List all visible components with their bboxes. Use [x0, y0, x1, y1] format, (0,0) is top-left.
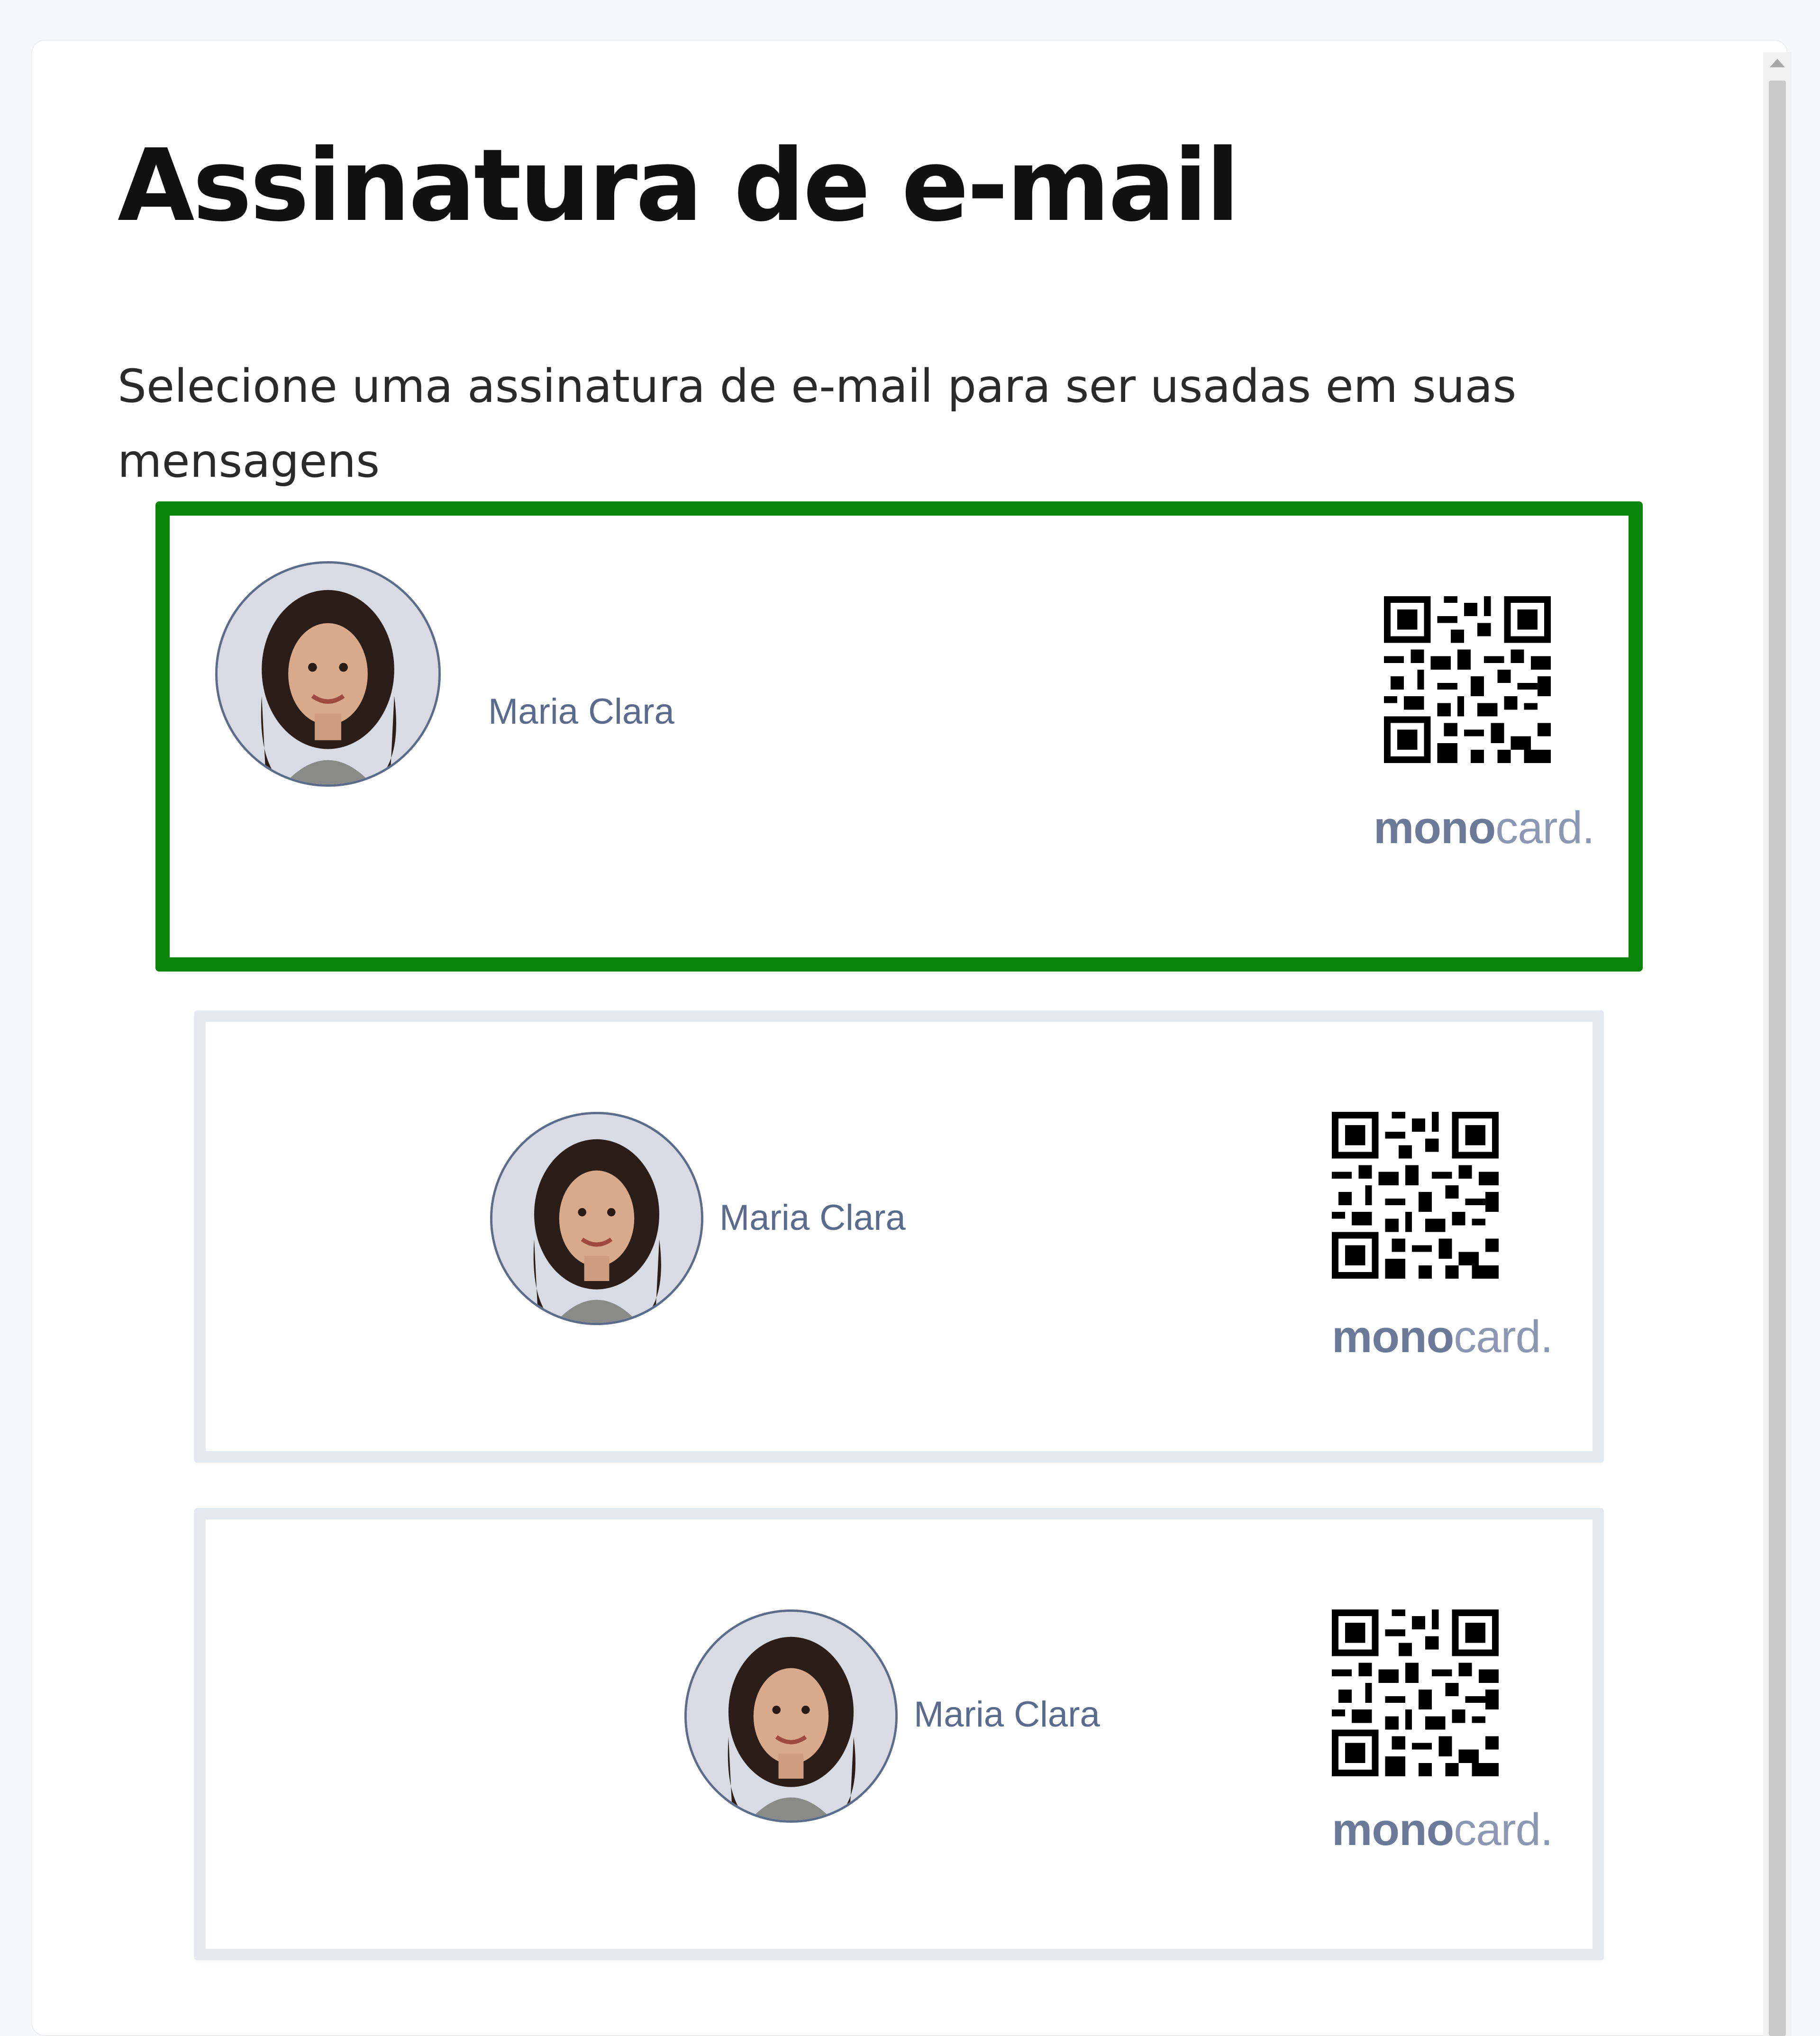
- person-photo-icon: [492, 1114, 701, 1323]
- person-photo-icon: [218, 564, 438, 784]
- scrollbar-thumb[interactable]: [1769, 81, 1786, 2036]
- monocard-logo: monocard.: [1374, 802, 1595, 853]
- signature-dialog: Assinatura de e-mail Selecione uma assin…: [31, 40, 1788, 2036]
- signature-name: Maria Clara: [914, 1694, 1100, 1735]
- monocard-logo: monocard.: [1332, 1804, 1553, 1855]
- signature-name: Maria Clara: [719, 1198, 906, 1238]
- person-photo-icon: [687, 1612, 895, 1820]
- qr-code-icon: [1332, 1112, 1499, 1279]
- signature-option-2[interactable]: Maria Clara monocard.: [194, 1010, 1604, 1463]
- signature-option-3[interactable]: Maria Clara monocard.: [194, 1508, 1604, 1960]
- qr-code-icon: [1332, 1609, 1499, 1776]
- avatar: [215, 561, 441, 787]
- avatar: [490, 1112, 703, 1325]
- monocard-logo: monocard.: [1332, 1311, 1553, 1362]
- page-subtitle: Selecione uma assinatura de e-mail para …: [118, 360, 1517, 488]
- page-title: Assinatura de e-mail: [118, 127, 1240, 244]
- qr-code-icon: [1384, 596, 1551, 763]
- avatar: [684, 1609, 898, 1823]
- signature-name: Maria Clara: [488, 691, 674, 732]
- vertical-scrollbar[interactable]: [1763, 52, 1792, 2036]
- scroll-up-arrow-icon[interactable]: [1770, 59, 1785, 67]
- signature-option-1[interactable]: Maria Clara monocard.: [155, 501, 1643, 972]
